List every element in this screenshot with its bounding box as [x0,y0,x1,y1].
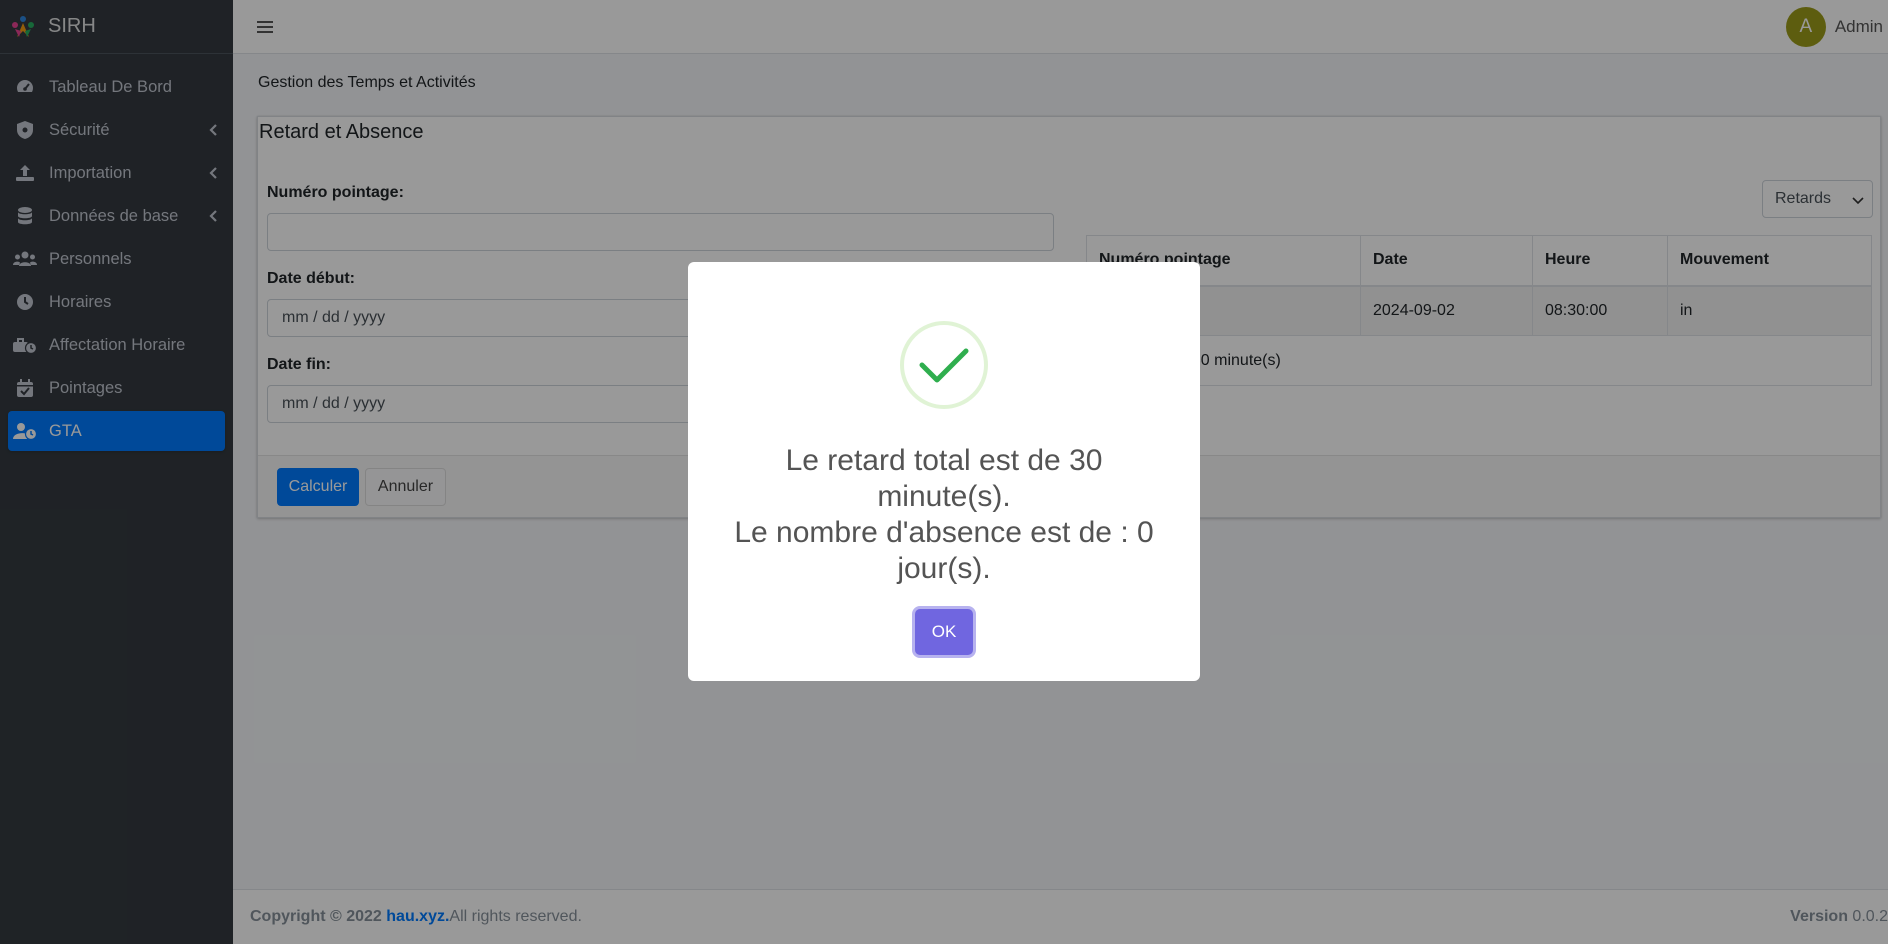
modal-backdrop[interactable]: Le retard total est de 30 minute(s). Le … [0,0,1888,944]
success-dialog: Le retard total est de 30 minute(s). Le … [688,262,1200,681]
success-check-icon [900,321,988,409]
ok-button[interactable]: OK [915,609,973,655]
dialog-message-line1: Le retard total est de 30 minute(s). [785,444,1103,513]
dialog-message: Le retard total est de 30 minute(s). Le … [734,443,1154,587]
dialog-message-line2: Le nombre d'absence est de : 0 jour(s). [734,516,1154,585]
